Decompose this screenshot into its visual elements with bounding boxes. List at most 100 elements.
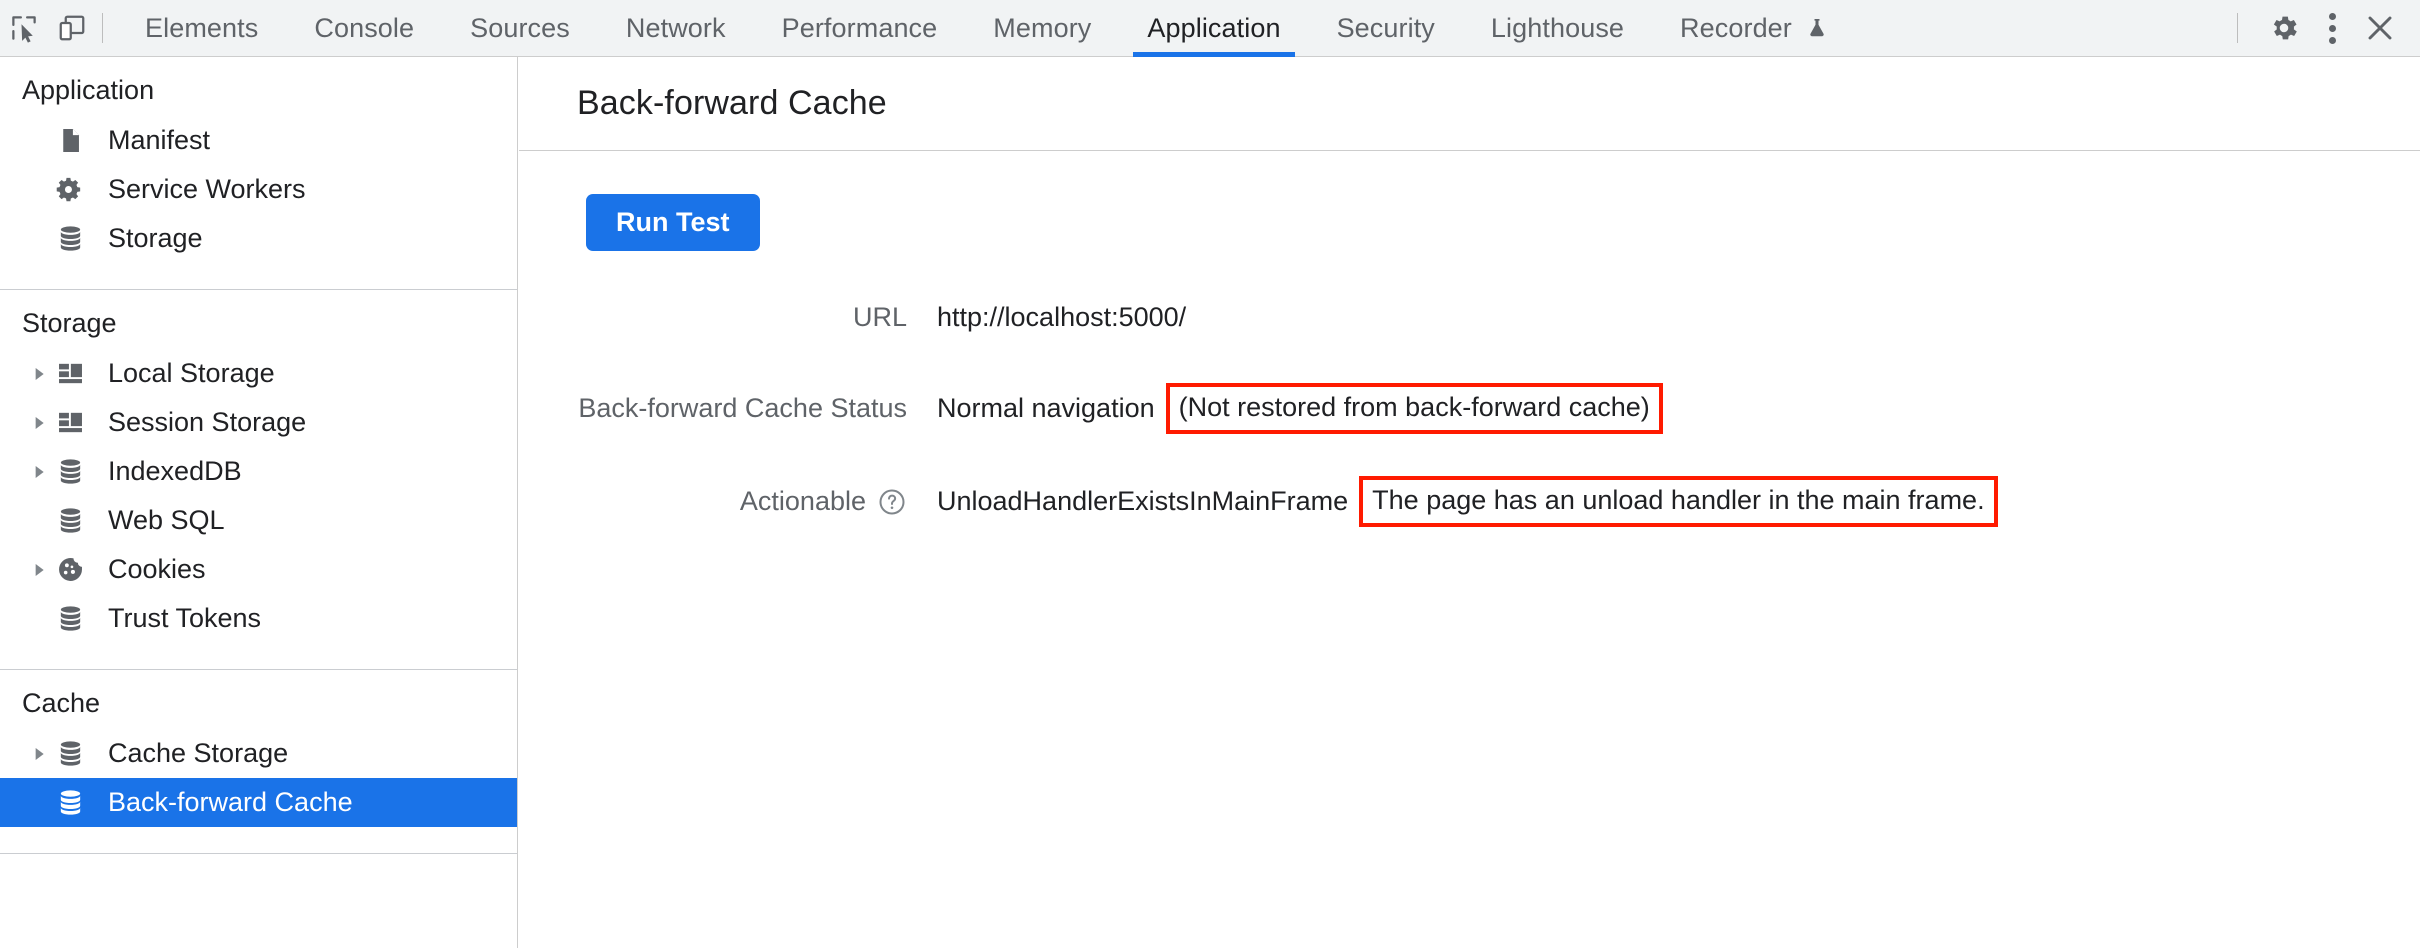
application-sidebar: Application Manifest Service Workers Sto…	[0, 57, 518, 948]
url-label: URL	[852, 301, 907, 332]
database-icon	[56, 788, 98, 817]
kebab-menu-icon[interactable]	[2308, 4, 2356, 52]
sidebar-item-storage[interactable]: Storage	[0, 214, 517, 263]
sidebar-section-storage: Storage Local Storage Session Storage In…	[0, 290, 517, 669]
sidebar-item-label: Service Workers	[108, 174, 306, 204]
report-row-status: Back-forward Cache Status Normal navigat…	[519, 383, 2420, 434]
actionable-label-text: Actionable	[739, 486, 866, 516]
run-test-button[interactable]: Run Test	[586, 194, 760, 251]
toolbar-divider-left	[102, 13, 103, 43]
database-icon	[56, 739, 98, 768]
database-icon	[56, 604, 98, 633]
sidebar-item-label: Trust Tokens	[108, 603, 262, 633]
disclosure-triangle-icon[interactable]	[22, 746, 56, 762]
run-test-row: Run Test	[519, 151, 2420, 251]
sidebar-section-cache: Cache Cache Storage Back-forward Cache	[0, 670, 517, 853]
tab-label: Recorder	[1680, 12, 1792, 43]
sidebar-item-label: Cookies	[108, 554, 206, 584]
actionable-value: UnloadHandlerExistsInMainFrame The page …	[937, 476, 1998, 527]
bfcache-report: URL http://localhost:5000/ Back-forward …	[519, 293, 2420, 527]
gear-icon[interactable]	[2260, 4, 2308, 52]
cookie-icon	[56, 555, 98, 584]
disclosure-triangle-icon[interactable]	[22, 464, 56, 480]
sidebar-item-label: Session Storage	[108, 407, 307, 437]
page-title: Back-forward Cache	[577, 84, 887, 122]
tab-memory[interactable]: Memory	[965, 0, 1119, 57]
back-forward-cache-panel: Back-forward Cache Run Test URL http://l…	[519, 57, 2420, 948]
table-icon	[56, 408, 98, 437]
document-icon	[56, 126, 98, 155]
inspect-element-icon[interactable]	[0, 4, 48, 52]
status-label: Back-forward Cache Status	[578, 393, 907, 423]
report-row-url: URL http://localhost:5000/	[519, 293, 2420, 341]
sidebar-item-label: IndexedDB	[108, 456, 242, 486]
sidebar-item-cookies[interactable]: Cookies	[0, 545, 517, 594]
url-value: http://localhost:5000/	[937, 302, 1186, 333]
status-text: Normal navigation	[937, 393, 1155, 423]
tab-performance[interactable]: Performance	[754, 0, 966, 57]
sidebar-item-indexeddb[interactable]: IndexedDB	[0, 447, 517, 496]
tab-label: Performance	[781, 12, 938, 43]
devtools-toolbar: Elements Console Sources Network Perform…	[0, 0, 2420, 57]
disclosure-triangle-icon[interactable]	[22, 366, 56, 382]
panel-header: Back-forward Cache	[519, 57, 2420, 151]
sidebar-divider	[0, 853, 517, 854]
disclosure-triangle-icon[interactable]	[22, 415, 56, 431]
database-icon	[56, 506, 98, 535]
sidebar-item-cache-storage[interactable]: Cache Storage	[0, 729, 517, 778]
tab-application[interactable]: Application	[1119, 0, 1308, 57]
sidebar-item-web-sql[interactable]: Web SQL	[0, 496, 517, 545]
device-toolbar-icon[interactable]	[48, 4, 96, 52]
sidebar-item-label: Manifest	[108, 125, 211, 155]
tab-elements[interactable]: Elements	[117, 0, 286, 57]
toolbar-divider-right	[2237, 13, 2238, 43]
actionable-reason-text: UnloadHandlerExistsInMainFrame	[937, 486, 1349, 516]
devtools-tab-bar: Elements Console Sources Network Perform…	[117, 0, 1857, 57]
sidebar-section-header: Cache	[22, 688, 101, 718]
database-icon	[56, 224, 98, 253]
status-value: Normal navigation (Not restored from bac…	[937, 383, 1663, 434]
tab-label: Network	[625, 12, 726, 43]
tab-label: Application	[1147, 12, 1281, 43]
disclosure-triangle-icon[interactable]	[22, 562, 56, 578]
tab-label: Security	[1336, 12, 1435, 43]
sidebar-section-application: Application Manifest Service Workers Sto…	[0, 57, 517, 289]
close-icon[interactable]	[2356, 4, 2404, 52]
status-detail-annotation: (Not restored from back-forward cache)	[1165, 383, 1663, 434]
sidebar-item-local-storage[interactable]: Local Storage	[0, 349, 517, 398]
tab-label: Memory	[993, 12, 1092, 43]
tab-recorder[interactable]: Recorder	[1652, 0, 1857, 57]
tab-security[interactable]: Security	[1309, 0, 1463, 57]
actionable-detail-annotation: The page has an unload handler in the ma…	[1359, 476, 1998, 527]
tab-label: Sources	[470, 12, 570, 43]
tab-console[interactable]: Console	[286, 0, 442, 57]
gear-icon	[56, 175, 98, 204]
help-circle-icon[interactable]	[877, 487, 907, 517]
sidebar-item-manifest[interactable]: Manifest	[0, 116, 517, 165]
sidebar-item-service-workers[interactable]: Service Workers	[0, 165, 517, 214]
toolbar-right-actions	[2231, 0, 2420, 57]
report-row-actionable: Actionable UnloadHandlerExistsInMainFram…	[519, 476, 2420, 527]
actionable-label: Actionable	[519, 486, 907, 517]
sidebar-item-label: Storage	[108, 223, 203, 253]
tab-label: Lighthouse	[1490, 12, 1625, 43]
tab-sources[interactable]: Sources	[442, 0, 598, 57]
sidebar-item-back-forward-cache[interactable]: Back-forward Cache	[0, 778, 517, 827]
experiment-flask-icon	[1805, 16, 1829, 40]
url-text: http://localhost:5000/	[937, 301, 1187, 332]
database-icon	[56, 457, 98, 486]
tab-label: Console	[314, 12, 415, 43]
tab-label: Elements	[145, 12, 259, 43]
sidebar-item-label: Back-forward Cache	[108, 787, 353, 817]
tab-network[interactable]: Network	[598, 0, 754, 57]
sidebar-item-session-storage[interactable]: Session Storage	[0, 398, 517, 447]
sidebar-section-header: Application	[22, 75, 155, 105]
sidebar-item-label: Cache Storage	[108, 738, 289, 768]
sidebar-item-label: Web SQL	[108, 505, 225, 535]
tab-lighthouse[interactable]: Lighthouse	[1463, 0, 1652, 57]
sidebar-item-trust-tokens[interactable]: Trust Tokens	[0, 594, 517, 643]
sidebar-item-label: Local Storage	[108, 358, 275, 388]
